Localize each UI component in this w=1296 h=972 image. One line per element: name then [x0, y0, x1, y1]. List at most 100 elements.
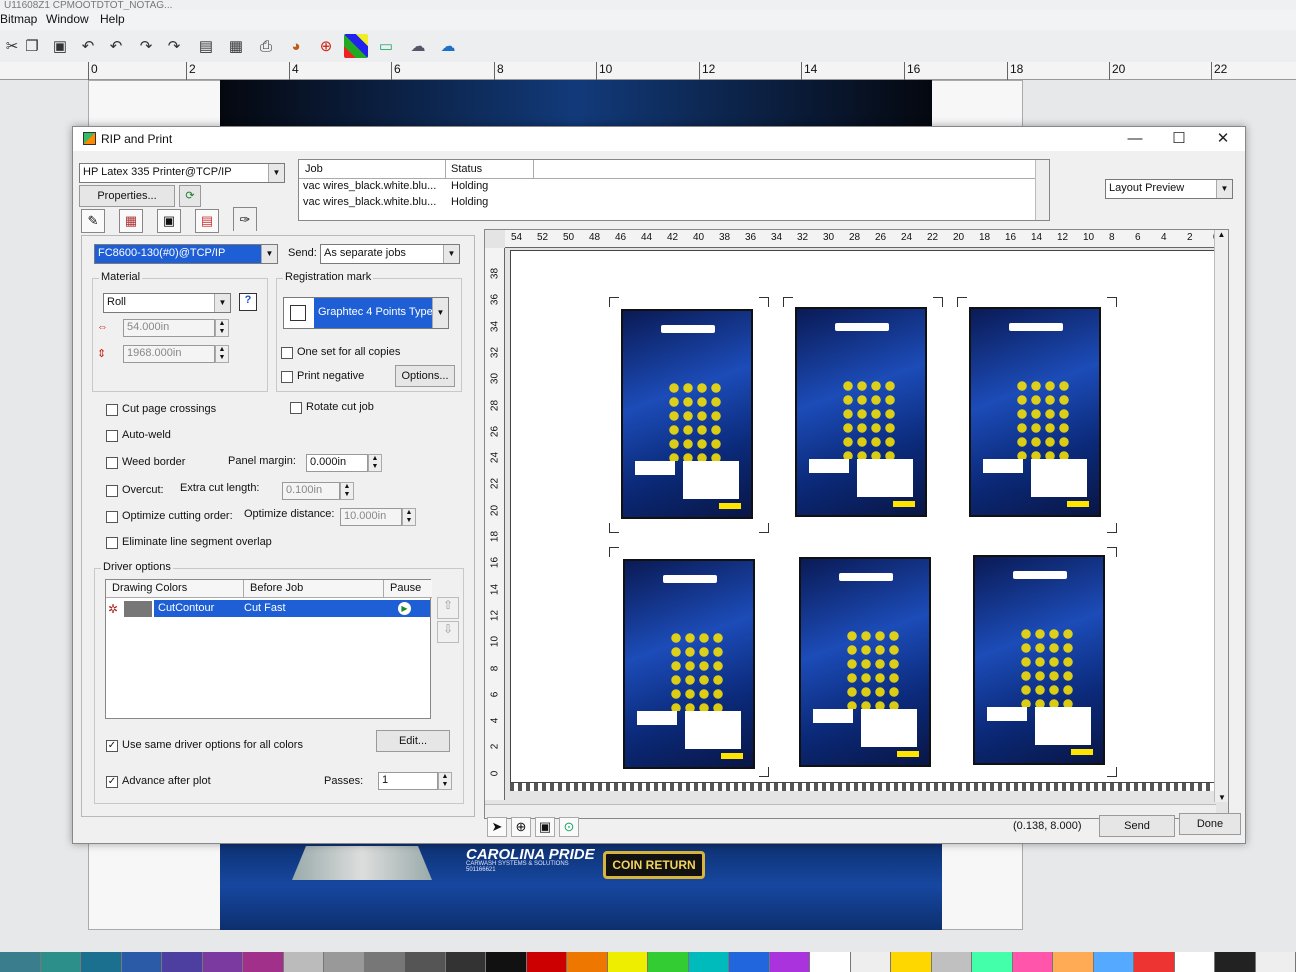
job-row[interactable]: vac wires_black.white.blu... — [303, 180, 436, 192]
scroll-up-icon[interactable]: ▲ — [1215, 230, 1228, 239]
status-column-header[interactable]: Status — [451, 163, 482, 175]
passes-field[interactable]: 1 — [378, 772, 438, 790]
length-spinner[interactable]: ▲ ▼ — [215, 345, 229, 363]
crop-mark — [1107, 297, 1117, 307]
pause-header[interactable]: Pause — [384, 580, 432, 598]
minimize-button[interactable]: — — [1113, 128, 1157, 150]
color-palette[interactable] — [0, 952, 1296, 972]
panel-margin-field[interactable]: 0.000in — [306, 454, 368, 472]
move-down-icon[interactable]: ⇩ — [437, 621, 459, 643]
maximize-button[interactable]: ☐ — [1157, 128, 1201, 150]
print-copy-thumbnail[interactable] — [795, 307, 927, 517]
rotate-cut-job-checkbox[interactable] — [290, 402, 302, 414]
zoom-icon[interactable]: ⊕ — [314, 34, 338, 58]
print-copy-thumbnail[interactable] — [973, 555, 1105, 765]
printer-icon[interactable]: ⎙ — [254, 34, 278, 58]
zoom-in-icon[interactable]: ⊕ — [511, 817, 531, 837]
print-copy-thumbnail[interactable] — [623, 559, 755, 769]
printer-status-icon[interactable]: ⟳ — [179, 185, 201, 207]
layout-icon[interactable]: ▦ — [224, 34, 248, 58]
scroll-down-icon[interactable]: ▼ — [1215, 793, 1229, 802]
drawing-colors-header[interactable]: Drawing Colors — [106, 580, 244, 598]
job-list-icon[interactable]: ▤ — [194, 34, 218, 58]
one-set-checkbox[interactable] — [281, 347, 293, 359]
optimize-distance-field[interactable]: 10.000in — [340, 508, 402, 526]
job-properties-tab-icon[interactable]: ✎ — [81, 209, 105, 233]
print-copy-thumbnail[interactable] — [799, 557, 931, 767]
material-type-select[interactable]: Roll ▼ — [103, 293, 231, 313]
color-grid-icon[interactable] — [344, 34, 368, 58]
done-button[interactable]: Done — [1179, 813, 1241, 835]
image-tab-icon[interactable]: ▣ — [157, 209, 181, 233]
eliminate-overlap-checkbox[interactable] — [106, 537, 118, 549]
properties-button[interactable]: Properties... — [79, 185, 175, 207]
job-row[interactable]: vac wires_black.white.blu... — [303, 196, 436, 208]
close-button[interactable]: ✕ — [1201, 128, 1245, 150]
cloud-upload-icon[interactable]: ☁ — [436, 34, 460, 58]
registration-options-button[interactable]: Options... — [395, 365, 455, 387]
cloud-icon[interactable]: ☁ — [406, 34, 430, 58]
undo-multi-icon[interactable]: ↶ — [104, 34, 128, 58]
paste-icon[interactable]: ▣ — [48, 34, 72, 58]
job-list-scrollbar[interactable] — [1035, 160, 1049, 220]
edit-driver-button[interactable]: Edit... — [376, 730, 450, 752]
same-options-checkbox[interactable]: ✓ — [106, 740, 118, 752]
redo-multi-icon[interactable]: ↷ — [162, 34, 186, 58]
menu-bitmap[interactable]: Bitmap — [0, 12, 37, 26]
print-negative-checkbox[interactable] — [281, 371, 293, 383]
preview-ruler-tick: 2 — [1187, 232, 1193, 243]
weed-border-checkbox[interactable] — [106, 457, 118, 469]
optimize-order-checkbox[interactable] — [106, 511, 118, 523]
overcut-checkbox[interactable] — [106, 485, 118, 497]
cut-page-crossings-checkbox[interactable] — [106, 404, 118, 416]
menu-window[interactable]: Window — [46, 12, 89, 26]
move-up-icon[interactable]: ⇧ — [437, 597, 459, 619]
width-spinner[interactable]: ▲ ▼ — [215, 319, 229, 337]
preview-ruler-tick: 14 — [489, 583, 501, 595]
menu-help[interactable]: Help — [100, 12, 125, 26]
monitor-icon[interactable]: ▭ — [374, 34, 398, 58]
job-column-header[interactable]: Job — [305, 163, 323, 175]
redo-icon[interactable]: ↷ — [134, 34, 158, 58]
play-icon[interactable]: ▶ — [398, 602, 411, 615]
fit-page-icon[interactable]: ▣ — [535, 817, 555, 837]
cutter-select[interactable]: FC8600-130(#0)@TCP/IP ▼ — [94, 244, 278, 264]
preview-vertical-scrollbar[interactable]: ▲ ▼ — [1214, 230, 1228, 802]
undo-icon[interactable]: ↶ — [76, 34, 100, 58]
advance-after-plot-checkbox[interactable]: ✓ — [106, 776, 118, 788]
width-icon: ⇔ — [97, 321, 108, 333]
extra-cut-length-field[interactable]: 0.100in — [282, 482, 340, 500]
print-copy-thumbnail[interactable] — [621, 309, 753, 519]
optimize-distance-spinner[interactable]: ▲ ▼ — [402, 508, 416, 526]
auto-weld-checkbox[interactable] — [106, 430, 118, 442]
palette-icon[interactable]: ◕ — [284, 34, 308, 58]
preview-ruler-tick: 54 — [511, 232, 523, 243]
printer-select[interactable]: HP Latex 335 Printer@TCP/IP ▼ — [79, 163, 285, 183]
pointer-icon[interactable]: ➤ — [487, 817, 507, 837]
view-mode-select[interactable]: Layout Preview ▼ — [1105, 179, 1233, 199]
job-list[interactable]: Job Status vac wires_black.white.blu... … — [298, 159, 1050, 221]
help-icon[interactable]: ? — [239, 293, 257, 311]
copy-icon[interactable]: ❐ — [20, 34, 44, 58]
crop-mark — [609, 523, 619, 533]
before-job-header[interactable]: Before Job — [244, 580, 384, 598]
registration-type-select[interactable]: Graphtec 4 Points Type ▼ — [283, 297, 449, 329]
preview-vertical-ruler: 38 36 34 32 30 28 26 24 22 20 18 16 14 12 10 8 6 4 2 0 — [485, 248, 505, 800]
cut-tab-icon[interactable]: ✑ — [233, 207, 257, 231]
zoom-area-icon[interactable]: ⊙ — [559, 817, 579, 837]
send-mode-select[interactable]: As separate jobs ▼ — [320, 244, 460, 264]
extra-cut-spinner[interactable]: ▲ ▼ — [340, 482, 354, 500]
layout-preview[interactable]: 54 52 50 48 46 44 42 40 38 36 34 32 30 28 26 24 22 20 18 16… — [484, 229, 1229, 819]
preview-ruler-tick: 38 — [489, 267, 501, 280]
passes-spinner[interactable]: ▲ ▼ — [438, 772, 452, 790]
color-tab-icon[interactable]: ▤ — [195, 209, 219, 233]
driver-color-row[interactable]: CutContour Cut Fast ▶ — [154, 600, 430, 617]
material-width-field[interactable]: 54.000in — [123, 319, 215, 337]
job-status: Holding — [451, 196, 489, 208]
send-button[interactable]: Send — [1099, 815, 1175, 837]
material-length-field[interactable]: 1968.000in — [123, 345, 215, 363]
driver-colors-table[interactable]: Drawing Colors Before Job Pause ✲ CutCon… — [105, 579, 432, 719]
print-copy-thumbnail[interactable] — [969, 307, 1101, 517]
layout-tab-icon[interactable]: ▦ — [119, 209, 143, 233]
panel-margin-spinner[interactable]: ▲ ▼ — [368, 454, 382, 472]
